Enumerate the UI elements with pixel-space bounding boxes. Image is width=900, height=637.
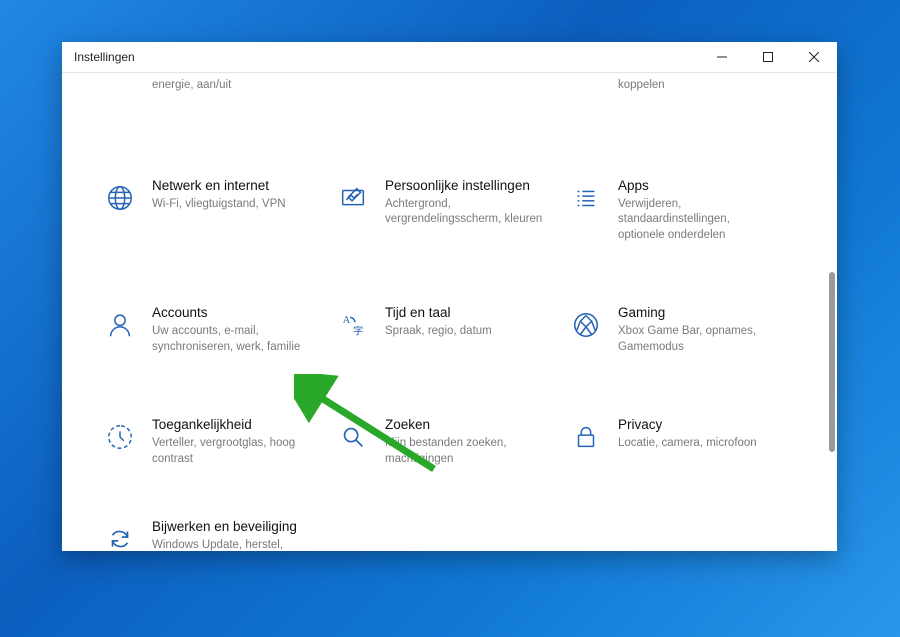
- window-controls: [699, 42, 837, 72]
- partial-row: energie, aan/uit koppelen: [102, 78, 807, 128]
- tile-title: Accounts: [152, 305, 327, 322]
- apps-icon: [568, 180, 604, 216]
- globe-icon: [102, 180, 138, 216]
- scrollbar-thumb[interactable]: [829, 272, 835, 452]
- tile-title: Persoonlijke instellingen: [385, 178, 560, 195]
- tile-sub: energie, aan/uit: [152, 78, 312, 94]
- gaming-icon: [568, 307, 604, 343]
- tile-apps[interactable]: Apps Verwijderen, standaardinstellingen,…: [568, 166, 801, 255]
- tile-sub: Xbox Game Bar, opnames, Gamemodus: [618, 324, 778, 355]
- tile-sub: Achtergrond, vergrendelingsscherm, kleur…: [385, 197, 545, 228]
- time-language-icon: A 字: [335, 307, 371, 343]
- tile-sub: Spraak, regio, datum: [385, 324, 545, 340]
- tile-time-language[interactable]: A 字 Tijd en taal Spraak, regio, datum: [335, 293, 568, 367]
- accounts-icon: [102, 307, 138, 343]
- tile-sub: koppelen: [618, 78, 778, 94]
- tile-title: Zoeken: [385, 417, 560, 434]
- tile-sub: Uw accounts, e-mail, synchroniseren, wer…: [152, 324, 312, 355]
- tile-title: Gaming: [618, 305, 793, 322]
- lock-icon: [568, 419, 604, 455]
- tile-row: Netwerk en internet Wi-Fi, vliegtuigstan…: [102, 166, 807, 255]
- phone-icon: [568, 80, 604, 116]
- tile-personalization[interactable]: Persoonlijke instellingen Achtergrond, v…: [335, 166, 568, 255]
- tile-privacy[interactable]: Privacy Locatie, camera, microfoon: [568, 405, 801, 479]
- tile-sub: Verteller, vergrootglas, hoog contrast: [152, 436, 312, 467]
- tile-row: Accounts Uw accounts, e-mail, synchronis…: [102, 293, 807, 367]
- ease-of-access-icon: [102, 419, 138, 455]
- svg-text:A: A: [343, 316, 351, 327]
- tile-title: Privacy: [618, 417, 793, 434]
- tile-title: Netwerk en internet: [152, 178, 327, 195]
- system-icon: [102, 80, 138, 116]
- tile-sub: Locatie, camera, microfoon: [618, 436, 778, 452]
- tile-ease-of-access[interactable]: Toegankelijkheid Verteller, vergrootglas…: [102, 405, 335, 479]
- maximize-button[interactable]: [745, 42, 791, 72]
- tile-network[interactable]: Netwerk en internet Wi-Fi, vliegtuigstan…: [102, 166, 335, 255]
- tile-title: Apps: [618, 178, 793, 195]
- titlebar: Instellingen: [62, 42, 837, 73]
- close-button[interactable]: [791, 42, 837, 72]
- minimize-button[interactable]: [699, 42, 745, 72]
- tile-row: Bijwerken en beveiliging Windows Update,…: [102, 507, 807, 551]
- tile-phone-partial[interactable]: koppelen: [568, 78, 801, 128]
- settings-content: energie, aan/uit koppelen: [62, 72, 837, 551]
- tile-row: Toegankelijkheid Verteller, vergrootglas…: [102, 405, 807, 479]
- tile-sub: Wi-Fi, vliegtuigstand, VPN: [152, 197, 312, 213]
- window-title: Instellingen: [74, 50, 135, 64]
- tile-system-partial[interactable]: energie, aan/uit: [102, 78, 335, 128]
- tile-gaming[interactable]: Gaming Xbox Game Bar, opnames, Gamemodus: [568, 293, 801, 367]
- tile-search[interactable]: Zoeken Mijn bestanden zoeken, machtiging…: [335, 405, 568, 479]
- svg-text:字: 字: [353, 325, 363, 338]
- update-icon: [102, 521, 138, 551]
- search-icon: [335, 419, 371, 455]
- tile-sub: Windows Update, herstel, back-up: [152, 538, 312, 551]
- tile-sub: Mijn bestanden zoeken, machtigingen: [385, 436, 545, 467]
- tile-title: Toegankelijkheid: [152, 417, 327, 434]
- settings-window: Instellingen energie, aan/uit: [62, 42, 837, 551]
- tile-sub: Verwijderen, standaardinstellingen, opti…: [618, 197, 778, 244]
- tile-title: Tijd en taal: [385, 305, 560, 322]
- tile-devices-partial[interactable]: [335, 78, 568, 128]
- tile-update-security[interactable]: Bijwerken en beveiliging Windows Update,…: [102, 507, 335, 551]
- tile-accounts[interactable]: Accounts Uw accounts, e-mail, synchronis…: [102, 293, 335, 367]
- tile-title: Bijwerken en beveiliging: [152, 519, 327, 536]
- personalization-icon: [335, 180, 371, 216]
